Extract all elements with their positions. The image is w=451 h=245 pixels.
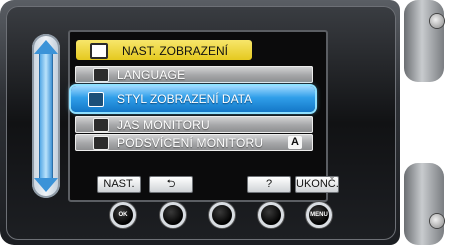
screw-bottom-icon xyxy=(430,214,444,228)
backlight-icon xyxy=(93,136,109,150)
date-style-icon xyxy=(88,92,104,107)
hinge-upper xyxy=(404,0,444,82)
round-button-3[interactable] xyxy=(209,202,235,228)
settings-softkey[interactable]: NAST. xyxy=(97,176,141,193)
screw-top-icon xyxy=(430,14,444,28)
menu-item-monitor-brightness[interactable]: JAS MONITORU xyxy=(75,116,313,133)
menu-item-date-style[interactable]: STYL ZOBRAZENÍ DATA xyxy=(71,86,315,112)
ok-button[interactable]: OK xyxy=(110,202,136,228)
hinge-lower xyxy=(404,163,444,245)
round-button-2[interactable] xyxy=(160,202,186,228)
brightness-icon xyxy=(93,118,109,132)
display-settings-icon xyxy=(90,43,108,59)
slider-down-arrow-icon[interactable] xyxy=(34,178,58,192)
menu-item-language[interactable]: LANGUAGE xyxy=(75,66,313,83)
round-button-4[interactable] xyxy=(258,202,284,228)
auto-badge: A xyxy=(288,136,302,149)
menu-item-monitor-backlight[interactable]: PODSVÍCENÍ MONITORU xyxy=(75,134,313,151)
language-icon xyxy=(93,68,109,82)
menu-button[interactable]: MENU xyxy=(306,202,332,228)
help-softkey[interactable]: ? xyxy=(247,176,291,193)
exit-softkey[interactable]: UKONČ. xyxy=(295,176,339,193)
slider-up-arrow-icon[interactable] xyxy=(34,40,58,54)
touch-slider-track[interactable] xyxy=(40,46,52,186)
back-softkey[interactable]: ⮌ xyxy=(149,176,193,193)
menu-title: NAST. ZOBRAZENÍ xyxy=(122,44,229,58)
